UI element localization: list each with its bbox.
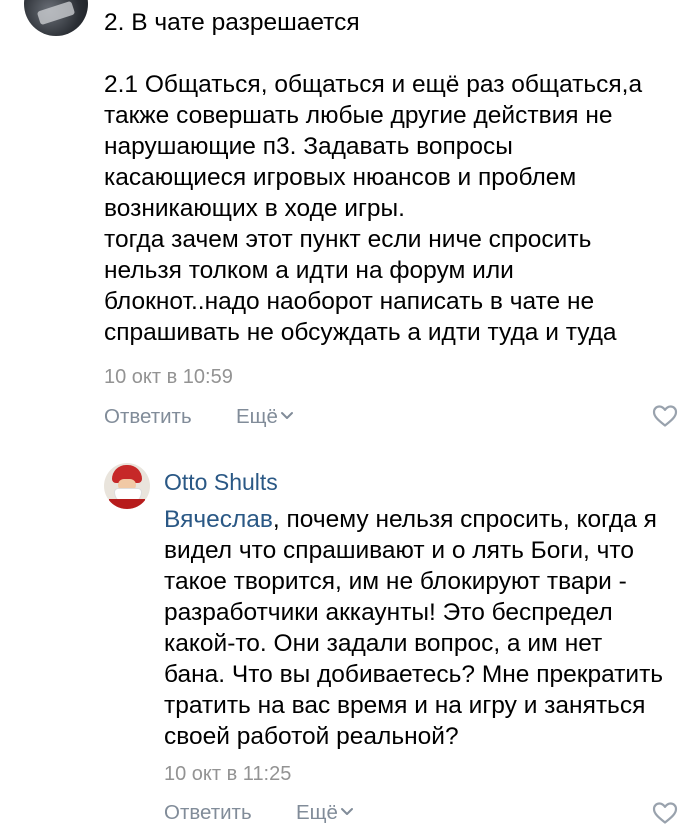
comment-line: какой-то. Они задали вопрос, а им нет (164, 630, 603, 657)
comment-line: разработчики аккаунты! Это беспредел (164, 599, 613, 626)
comment-line-rest: , почему нельзя спросить, когда я (272, 506, 657, 533)
more-button[interactable]: Ещё (236, 405, 294, 429)
commenter-avatar[interactable] (104, 463, 150, 509)
chevron-down-icon (340, 808, 353, 816)
more-button[interactable]: Ещё (296, 801, 354, 825)
comment-line (104, 38, 642, 69)
comment-line: касающиеся игровых нюансов и проблем (104, 164, 577, 191)
comment-line: 2.1 Общаться, общаться и ещё раз общатьс… (104, 71, 643, 98)
reply-button[interactable]: Ответить (164, 801, 252, 825)
reply-button[interactable]: Ответить (104, 405, 192, 429)
comment-text: Вячеслав, почему нельзя спросить, когда … (164, 504, 663, 752)
more-label: Ещё (236, 405, 278, 428)
comment-line: нарушающие п3. Задавать вопросы (104, 133, 513, 160)
comment-line: блокнот..надо наоборот написать в чате н… (104, 288, 595, 315)
comment-line: спрашивать не обсуждать а идти туда и ту… (104, 319, 617, 346)
comment-timestamp[interactable]: 10 окт в 10:59 (104, 366, 233, 389)
mention-link[interactable]: Вячеслав (164, 506, 273, 533)
commenter-avatar[interactable] (24, 0, 88, 36)
comment-line: 2. В чате разрешается (104, 9, 360, 36)
comment-author-name[interactable]: Otto Shults (164, 469, 278, 496)
comment-line: такое творится, им не блокируют твари - (164, 568, 627, 595)
like-heart-icon[interactable] (652, 801, 678, 825)
santa-coat-shape (109, 499, 145, 509)
comments-page: 2. В чате разрешается 2.1 Общаться, обща… (0, 0, 700, 830)
comment-line: также совершать любые другие действия не (104, 102, 613, 129)
comment-line: Вячеслав, почему нельзя спросить, когда … (164, 504, 663, 535)
comment-line: тратить на вас время и на игру и занятьс… (164, 692, 646, 719)
like-heart-icon[interactable] (652, 404, 678, 428)
chevron-down-icon (280, 412, 293, 420)
comment-timestamp[interactable]: 10 окт в 11:25 (164, 763, 291, 786)
more-label: Ещё (296, 801, 338, 824)
comment-line: бана. Что вы добиваетесь? Мне прекратить (164, 661, 664, 688)
comment-line: тогда зачем этот пункт если ниче спросит… (104, 226, 592, 253)
comment-text: 2. В чате разрешается 2.1 Общаться, обща… (104, 7, 642, 348)
comment-line: видел что спрашивают и о лять Боги, что (164, 537, 634, 564)
comment-line: возникающих в ходе игры. (104, 195, 405, 222)
comment-line: своей работой реальной? (164, 723, 459, 750)
comment-line: нельзя толком а идти на форум или (104, 257, 514, 284)
